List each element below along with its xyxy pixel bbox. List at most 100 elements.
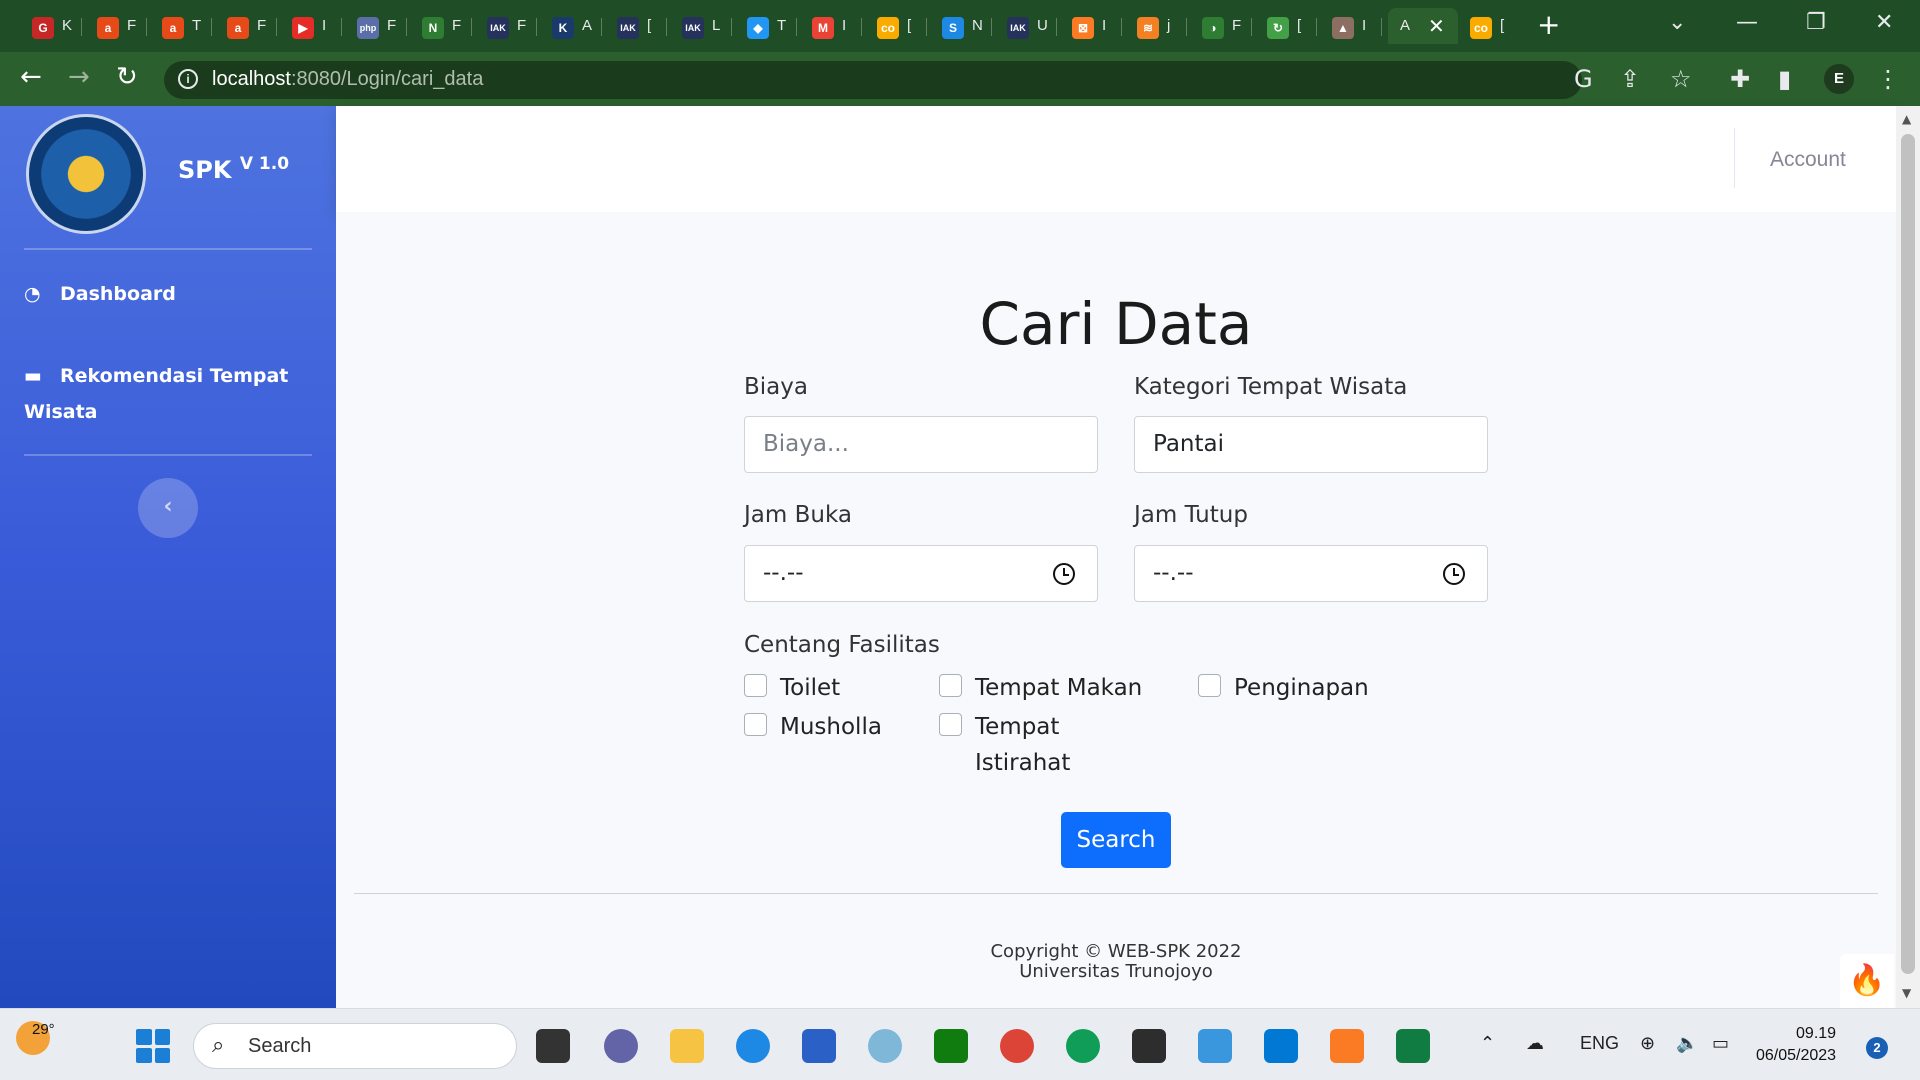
address-bar[interactable]: i localhost:8080/Login/cari_data [164,61,1582,99]
sidebar-item-rekomendasi[interactable]: ▬ Rekomendasi Tempat Wisata [24,358,314,430]
tab-title: N [972,17,983,34]
biaya-label: Biaya [744,374,808,400]
terminal-icon[interactable] [1132,1029,1166,1063]
restore-icon[interactable]: ❐ [1806,10,1826,35]
penginapan-checkbox[interactable] [1198,674,1221,697]
tab-title: [ [1297,17,1302,34]
search-icon: ⌕ [212,1033,225,1058]
tempat-istirahat-checkbox[interactable] [939,713,962,736]
browser-tab[interactable]: GK [20,8,82,44]
browser-tab[interactable]: aF [85,8,147,44]
browser-tab[interactable]: php F [345,8,407,44]
browser-tab[interactable]: aT [150,8,212,44]
jam-tutup-input[interactable]: --.-- [1134,545,1488,602]
teams-chat-icon[interactable] [604,1029,638,1063]
brand-title[interactable]: SPK V 1.0 [178,154,289,184]
reload-icon[interactable]: ↻ [116,62,138,92]
fasilitas-label: Centang Fasilitas [744,632,940,658]
xampp-icon[interactable] [1330,1029,1364,1063]
edge-icon[interactable] [736,1029,770,1063]
browser-tab[interactable]: MI [800,8,862,44]
taskbar-search-input[interactable]: ⌕ Search [193,1023,517,1069]
onedrive-icon[interactable]: ☁ [1526,1033,1544,1054]
biaya-input[interactable]: Biaya... [744,416,1098,473]
browser-tab[interactable]: aF [215,8,277,44]
browser-tab[interactable]: ◑ F [1190,8,1252,44]
search-button[interactable]: Search [1061,812,1171,868]
browser-tab[interactable]: IAK U [995,8,1057,44]
store-icon[interactable] [802,1029,836,1063]
kategori-input[interactable]: Pantai [1134,416,1488,473]
fire-icon[interactable]: 🔥 [1840,954,1894,1008]
browser-tab[interactable]: co [ [1458,8,1520,44]
share-icon[interactable]: ⇪ [1620,65,1640,93]
clock-icon[interactable] [1053,563,1075,585]
browser-tab[interactable]: IAK L [670,8,732,44]
tab-separator [1121,18,1122,36]
scroll-down-icon[interactable]: ▼ [1902,986,1911,1000]
browser-tab[interactable]: IAK F [475,8,537,44]
minimize-icon[interactable]: — [1736,10,1758,35]
notification-badge[interactable]: 2 [1866,1037,1888,1059]
topbar-divider [1734,128,1735,188]
chrome-profile-icon[interactable] [1066,1029,1100,1063]
notepad-icon[interactable] [1198,1029,1232,1063]
sidebar-toggle-button[interactable]: ‹ [138,478,198,538]
clock-icon[interactable] [1443,563,1465,585]
profile-avatar[interactable]: E [1824,64,1854,94]
excel-icon[interactable] [1396,1029,1430,1063]
start-windows-icon[interactable] [136,1029,170,1063]
browser-tab[interactable]: ▲ I [1320,8,1382,44]
browser-tab[interactable]: KA [540,8,602,44]
tab-search-chevron-icon[interactable]: ⌄ [1668,10,1686,35]
forward-arrow-icon[interactable]: → [68,62,90,92]
tab-separator [731,18,732,36]
browser-menu-icon[interactable]: ⋮ [1876,65,1900,93]
volume-icon[interactable]: 🔈 [1676,1033,1698,1054]
scrollbar-thumb[interactable] [1901,134,1915,974]
account-link[interactable]: Account [1770,148,1846,172]
task-view-icon[interactable] [536,1029,570,1063]
tab-favicon-icon: a [227,17,249,39]
university-logo[interactable] [26,114,146,234]
extensions-puzzle-icon[interactable]: ✚ [1730,65,1750,93]
close-icon[interactable]: ✕ [1428,14,1445,38]
new-tab-button[interactable]: + [1537,8,1560,41]
window-close-icon[interactable]: ✕ [1875,10,1893,35]
page-scrollbar[interactable]: ▲ ▼ [1896,106,1920,1008]
browser-tab[interactable]: ↻[ [1255,8,1317,44]
back-arrow-icon[interactable]: ← [20,62,42,92]
browser-tab[interactable]: co [ [865,8,927,44]
tempat-makan-checkbox[interactable] [939,674,962,697]
vscode-icon[interactable] [1264,1029,1298,1063]
side-panel-icon[interactable]: ▮ [1778,65,1791,93]
copilot-icon[interactable] [868,1029,902,1063]
browser-tab[interactable]: ▶ I [280,8,342,44]
toilet-checkbox[interactable] [744,674,767,697]
musholla-checkbox[interactable] [744,713,767,736]
bookmark-star-icon[interactable]: ☆ [1670,65,1692,93]
browser-tab[interactable]: NF [410,8,472,44]
tab-favicon-icon: ◆ [747,17,769,39]
language-indicator[interactable]: ENG [1580,1033,1619,1054]
browser-tab[interactable]: ⊠ I [1060,8,1122,44]
sidebar-item-dashboard[interactable]: ◔ Dashboard [24,276,176,312]
active-tab[interactable]: A ✕ [1388,8,1458,44]
tempat-istirahat-label: Tempat Istirahat [975,714,1071,776]
browser-tab[interactable]: ◆ T [735,8,797,44]
file-explorer-icon[interactable] [670,1029,704,1063]
chrome-icon[interactable] [1000,1029,1034,1063]
xbox-icon[interactable] [934,1029,968,1063]
browser-tab[interactable]: ≋ j [1125,8,1187,44]
taskbar-clock[interactable]: 09.19 06/05/2023 [1756,1023,1836,1067]
browser-tab[interactable]: SN [930,8,992,44]
site-info-icon[interactable]: i [178,69,198,89]
google-lens-icon[interactable]: G [1574,65,1593,93]
tray-chevron-icon[interactable]: ⌃ [1480,1033,1495,1054]
jam-buka-input[interactable]: --.-- [744,545,1098,602]
scroll-up-icon[interactable]: ▲ [1902,112,1911,126]
browser-tab[interactable]: IAK [ [605,8,667,44]
network-icon[interactable]: ⊕ [1640,1033,1655,1054]
clock-time: 09.19 [1796,1025,1837,1042]
battery-icon[interactable]: ▭ [1712,1033,1729,1054]
